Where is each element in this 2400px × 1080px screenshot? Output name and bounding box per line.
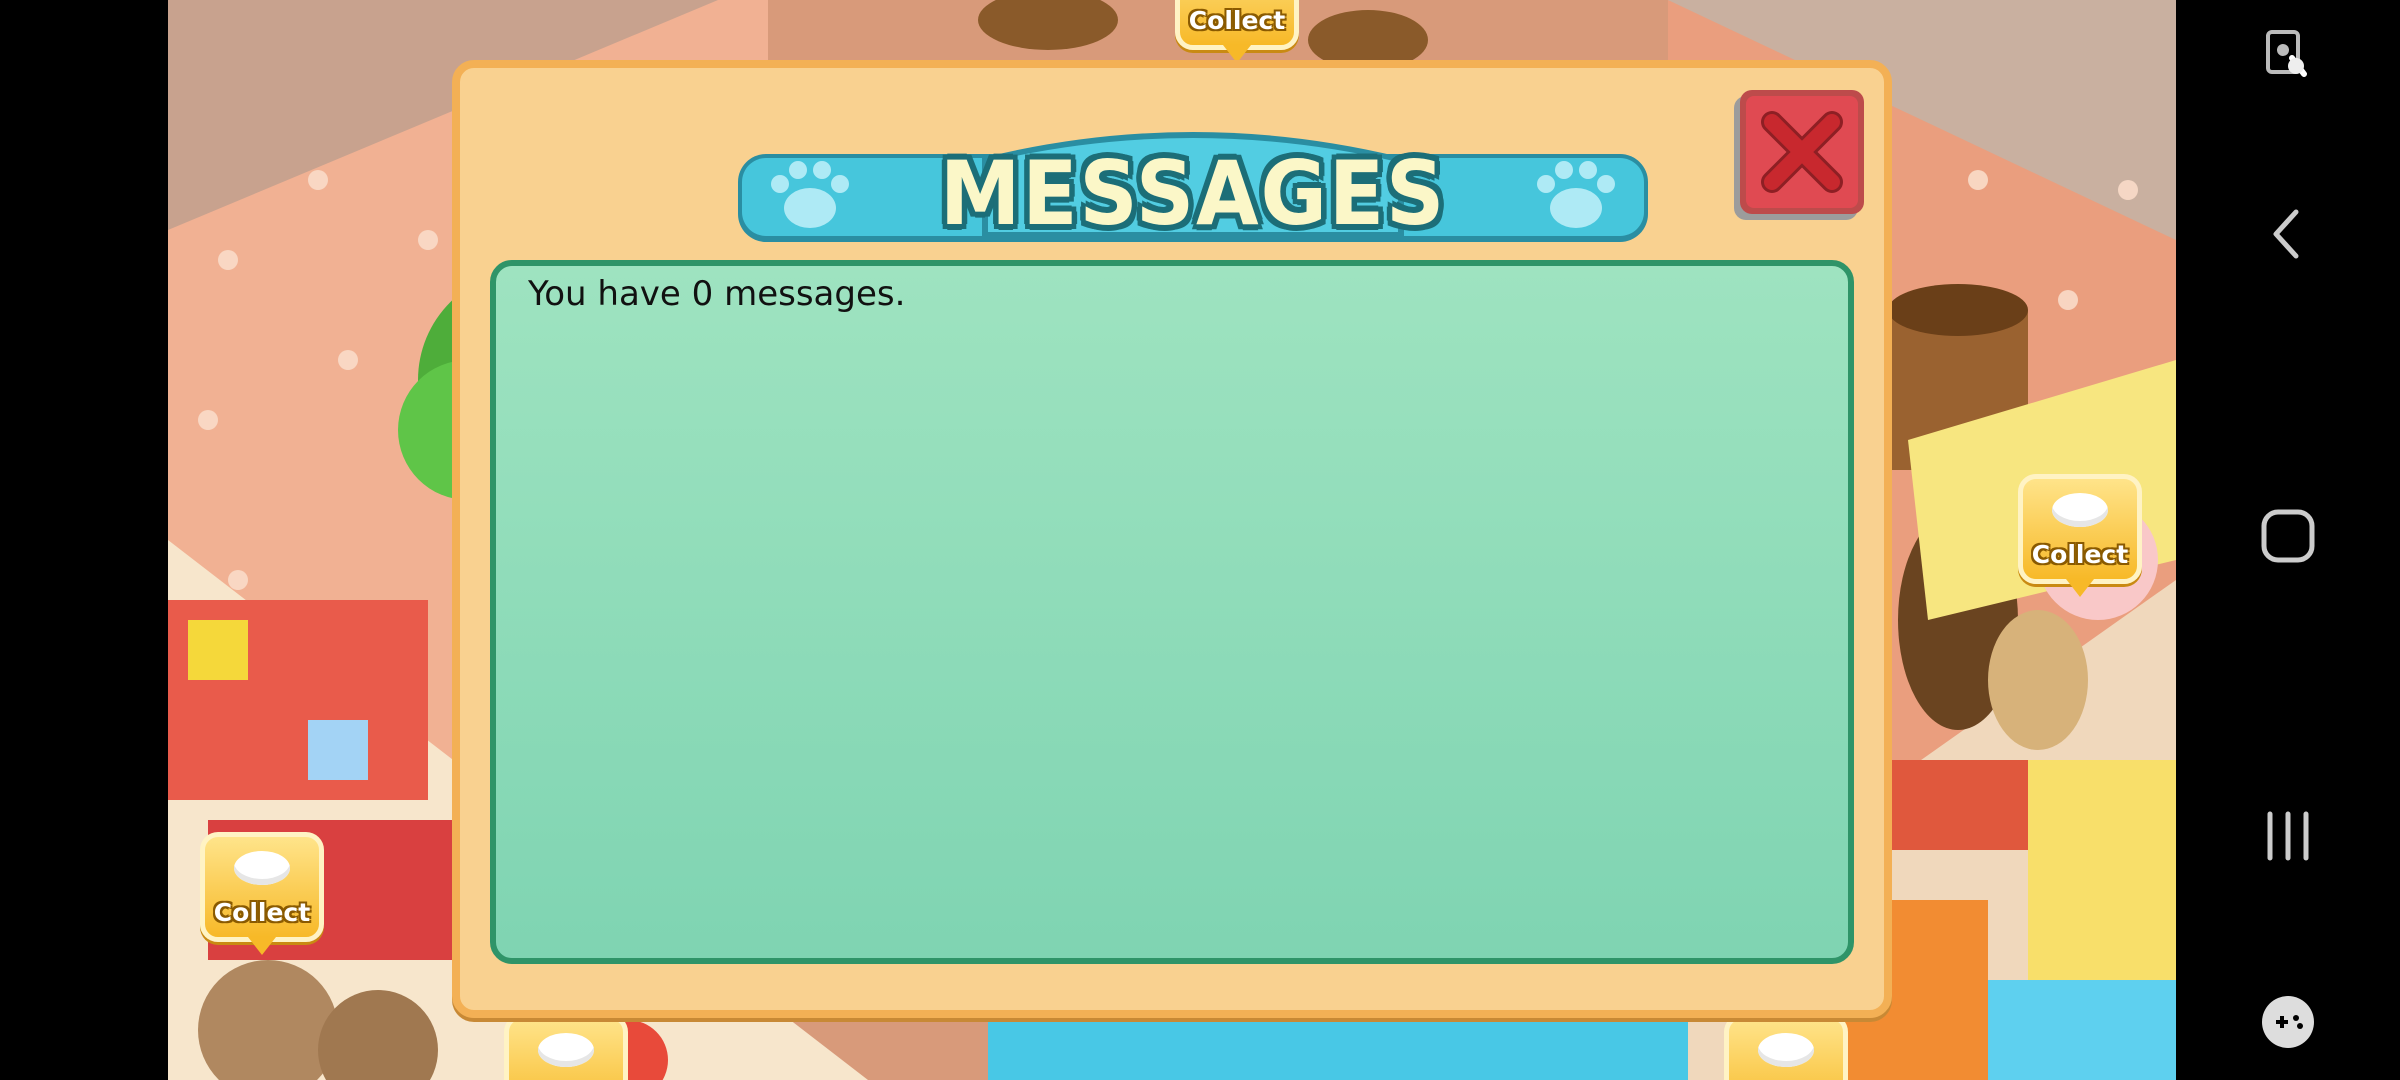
messages-panel: You have 0 messages.	[490, 260, 1854, 964]
dialog-title: MESSAGES	[939, 142, 1447, 245]
collect-bubble[interactable]: Collect	[1175, 0, 1299, 50]
close-icon	[1761, 111, 1843, 193]
collect-bubble[interactable]: Collect	[504, 1014, 628, 1080]
title-banner: MESSAGES	[732, 124, 1654, 248]
home-icon[interactable]	[2260, 508, 2316, 564]
collect-bubble[interactable]: Collect	[200, 832, 324, 942]
back-icon[interactable]	[2268, 206, 2308, 262]
collect-bubble[interactable]: Collect	[2018, 474, 2142, 584]
recents-icon[interactable]	[2262, 810, 2314, 862]
navigation-bar	[2176, 0, 2400, 1080]
game-controller-icon[interactable]	[2260, 994, 2316, 1050]
screen-lock-icon[interactable]	[2264, 28, 2312, 80]
messages-dialog: MESSAGES You have 0 messages.	[452, 60, 1892, 1018]
close-button[interactable]	[1740, 90, 1864, 214]
collect-bubble[interactable]: Collect	[1724, 1014, 1848, 1080]
messages-count-text: You have 0 messages.	[528, 274, 906, 314]
